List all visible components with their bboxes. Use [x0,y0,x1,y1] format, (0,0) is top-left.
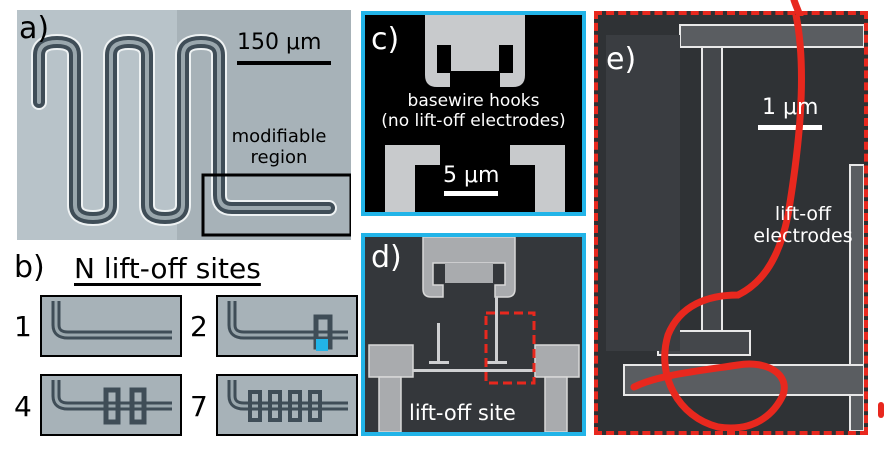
site-thumb-1 [40,295,182,357]
panel-c-scale-label: 5 μm [443,163,500,188]
site-2-highlight [316,339,328,351]
panel-e-caption-line1: lift-off [774,203,832,225]
panel-b-title: N lift-off sites [74,252,261,285]
site-thumb-7 [216,374,358,436]
panel-d-letter: d) [371,240,402,275]
site-label-2: 2 [190,310,208,343]
panel-a: a) 150 μm modifiable region [17,10,351,240]
site-label-1: 1 [14,310,32,343]
modifiable-region-line1: modifiable [231,126,327,147]
site-thumb-4 [40,374,182,436]
panel-a-scale-bar [237,61,331,65]
panel-c-letter: c) [371,22,400,57]
site-label-7: 7 [190,390,208,423]
panel-e-scale-bar [758,125,822,130]
panel-c-scale-bar [444,191,498,196]
modifiable-region-line2: region [250,147,308,168]
panel-c-caption-line1: basewire hooks [407,91,540,111]
panel-e-scale-label: 1 μm [762,95,819,120]
site-thumb-2 [216,295,358,357]
panel-e-caption: lift-off electrodes [738,203,864,247]
panel-d: d) lift-off site [361,233,586,436]
panel-b-letter: b) [14,250,45,285]
panel-c: c) basewire hooks (no lift-off electrode… [361,11,586,216]
panel-e: e) 1 μm lift-off electrodes [594,11,868,435]
red-edge-mark [878,402,884,418]
panel-a-letter: a) [19,11,50,46]
panel-e-annotation-lead [790,0,804,16]
panel-c-caption: basewire hooks (no lift-off electrodes) [365,91,582,131]
panel-e-caption-line2: electrodes [753,225,853,247]
modifiable-region-label: modifiable region [224,126,334,168]
panel-a-scale-label: 150 μm [237,30,322,55]
panel-d-caption: lift-off site [409,401,516,425]
panel-c-caption-line2: (no lift-off electrodes) [381,111,566,131]
panel-e-letter: e) [606,42,637,77]
site-label-4: 4 [14,390,32,423]
